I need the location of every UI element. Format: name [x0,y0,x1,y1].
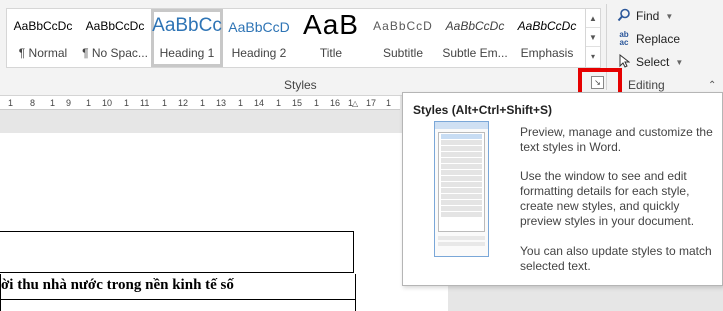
style-preview: AaBbCcDc [517,19,577,33]
thumbnail-row [441,170,482,175]
editing-group-label: Editing [628,78,665,92]
select-label: Select [636,55,670,69]
thumbnail-list [438,132,485,232]
style-name: Heading 2 [231,46,287,60]
ruler-tick: 14 [254,98,265,108]
ruler-tick: 1 [124,98,130,108]
thumbnail-footer [438,236,485,252]
style-name: Subtle Em... [442,46,508,60]
style-subtle-emphasis[interactable]: AaBbCcDc Subtle Em... [439,9,511,67]
style-no-spacing[interactable]: AaBbCcDc ¶ No Spac... [79,9,151,67]
thumbnail-option [438,242,485,246]
ruler-tick: 8 [30,98,36,108]
thumbnail-option [438,236,485,240]
ruler-tick: 13 [216,98,227,108]
thumbnail-row [441,182,482,187]
thumbnail-row [441,152,482,157]
style-subtitle[interactable]: AaBbCcD Subtitle [367,9,439,67]
ruler-tick: 15 [292,98,303,108]
styles-group-label: Styles [284,78,317,92]
thumbnail-row [441,158,482,163]
find-label: Find [636,9,660,23]
ruler-tick: 9 [66,98,72,108]
replace-label: Replace [636,32,681,46]
styles-tooltip: Styles (Alt+Ctrl+Shift+S) Preview, manag… [402,92,723,286]
thumbnail-header [435,122,488,129]
horizontal-ruler[interactable]: 1 8 1 9 1 10 1 11 1 12 1 13 1 14 1 15 1 … [0,96,400,110]
style-name: Heading 1 [159,46,215,60]
thumbnail-row [441,146,482,151]
style-preview: AaBbCcD [373,19,433,33]
thumbnail-row [441,212,482,217]
ruler-tick: 11 [140,98,150,108]
styles-pane-thumbnail [434,121,489,257]
tooltip-description: You can also update styles to match sele… [520,244,712,273]
thumbnail-row [441,176,482,181]
tooltip-description: Use the window to see and edit formattin… [520,169,695,228]
ruler-tick: 1 [200,98,206,108]
style-name: Emphasis [520,46,574,60]
table-cell[interactable] [0,300,356,311]
style-preview: AaBbCcD [228,19,290,35]
styles-gallery: AaBbCcDc ¶ Normal AaBbCcDc ¶ No Spac... … [6,8,586,68]
ruler-tick: 1 [386,98,392,108]
thumbnail-row [441,164,482,169]
ruler-tick: 1 [86,98,92,108]
gallery-down-icon[interactable]: ▼ [586,28,600,47]
replace-icon: ab ac [619,30,629,47]
select-button[interactable]: Select ▼ [616,52,683,72]
thumbnail-row [441,134,482,139]
style-name: Subtitle [382,46,424,60]
gallery-up-icon[interactable]: ▲ [586,9,600,28]
document-text: ời thu nhà nước trong nền kinh tế số [1,277,234,293]
ruler-tick: 16 [330,98,341,108]
style-preview: AaBbCcDc [13,19,73,33]
ruler-tick: 1 [276,98,282,108]
thumbnail-row [441,206,482,211]
search-icon [616,8,632,25]
style-preview: AaB [303,9,359,40]
style-emphasis[interactable]: AaBbCcDc Emphasis [511,9,583,67]
table-cell[interactable] [0,231,354,273]
style-preview: AaBbCc [152,15,222,36]
ruler-tick: 10 [102,98,113,108]
chevron-down-icon: ▼ [675,57,684,67]
ruler-tick: 1 [162,98,168,108]
style-name: ¶ No Spac... [82,46,148,60]
style-title[interactable]: AaB Title [295,9,367,67]
tooltip-title: Styles (Alt+Ctrl+Shift+S) [413,103,553,117]
ruler-tick: 12 [178,98,189,108]
ruler-tick: 17 [366,98,377,108]
style-preview: AaBbCcDc [85,19,145,33]
ruler-tick: 1 [50,98,56,108]
style-name: Title [319,46,343,60]
thumbnail-row [441,188,482,193]
tooltip-description: Preview, manage and customize the text s… [520,125,713,154]
style-preview: AaBbCcDc [445,19,505,33]
find-button[interactable]: Find ▼ [616,6,673,26]
style-name: ¶ Normal [18,46,68,60]
thumbnail-row [441,140,482,145]
ruler-tick: 1 [8,98,14,108]
ruler-tick: 1 [314,98,320,108]
gallery-scroll: ▲ ▼ ▾ [586,8,601,68]
collapse-ribbon-icon[interactable]: ⌃ [708,80,716,91]
replace-button[interactable]: ab ac Replace [616,29,680,49]
thumbnail-row [441,194,482,199]
style-normal[interactable]: AaBbCcDc ¶ Normal [7,9,79,67]
ruler-tick: 1 [238,98,244,108]
table-cell[interactable]: ời thu nhà nước trong nền kinh tế số [0,274,356,300]
chevron-down-icon: ▼ [665,11,674,21]
style-heading-1[interactable]: AaBbCc Heading 1 [151,9,223,67]
indent-marker-icon[interactable]: △ [352,99,358,108]
style-heading-2[interactable]: AaBbCcD Heading 2 [223,9,295,67]
thumbnail-row [441,200,482,205]
gallery-more-icon[interactable]: ▾ [586,47,600,66]
